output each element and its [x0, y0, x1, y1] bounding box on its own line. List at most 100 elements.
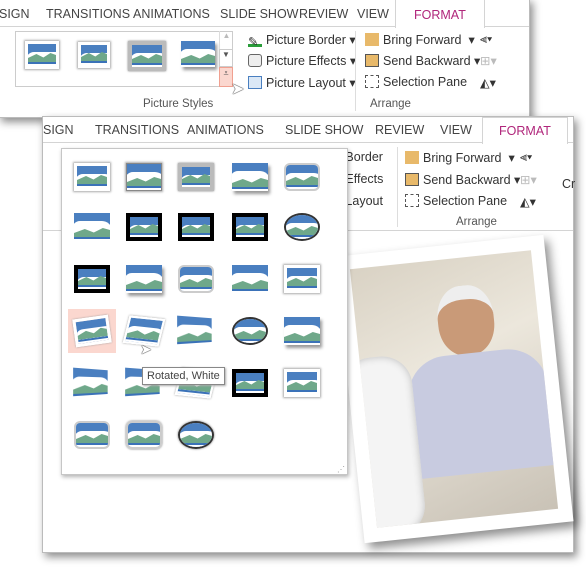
picture-layout-button[interactable]: Picture Layout ▾: [248, 75, 356, 90]
picture-style-option[interactable]: [120, 257, 168, 301]
picture-style-option[interactable]: [278, 155, 326, 199]
photo-image: [349, 250, 559, 528]
divider: [397, 147, 398, 227]
send-backward-button[interactable]: Send Backward ▾: [365, 53, 480, 68]
picture-style-option[interactable]: [68, 205, 116, 249]
picture-style-option[interactable]: [68, 413, 116, 457]
style-thumb-icon[interactable]: [78, 42, 110, 68]
bring-forward-icon: [365, 33, 379, 46]
tab-design[interactable]: SIGN: [43, 123, 74, 137]
tab-review[interactable]: REVIEW: [299, 7, 348, 21]
pencil-icon: ✎: [248, 34, 262, 49]
picture-style-thumb-icon: [232, 265, 268, 293]
picture-style-option[interactable]: [226, 257, 274, 301]
send-backward-button[interactable]: Send Backward ▾: [405, 172, 520, 187]
selection-pane-button[interactable]: Selection Pane: [365, 75, 467, 89]
tab-animations[interactable]: ANIMATIONS: [133, 7, 210, 21]
picture-style-thumb-icon: [232, 213, 268, 241]
picture-style-thumb-icon: [72, 314, 112, 348]
picture-style-option[interactable]: [172, 309, 220, 353]
picture-style-option[interactable]: [278, 309, 326, 353]
picture-style-option[interactable]: [226, 205, 274, 249]
mouse-cursor-icon: ➤: [140, 341, 152, 357]
picture-style-option[interactable]: [172, 155, 220, 199]
label: Send Backward: [423, 173, 511, 187]
mouse-cursor-icon: ➤: [231, 81, 245, 98]
picture-style-thumb-icon: [178, 421, 214, 449]
picture-style-thumb-icon: [73, 367, 108, 399]
align-icon[interactable]: ⫷▾: [480, 32, 492, 47]
tab-animations[interactable]: ANIMATIONS: [187, 123, 264, 137]
group-icon[interactable]: ⊞▾: [480, 53, 497, 68]
effects-icon: [248, 54, 262, 67]
group-icon[interactable]: ⊞▾: [520, 172, 537, 187]
tab-review[interactable]: REVIEW: [375, 123, 424, 137]
picture-style-thumb-icon: [74, 421, 110, 449]
tab-transitions[interactable]: TRANSITIONS: [95, 123, 179, 137]
resize-grip-icon[interactable]: ⋰: [337, 465, 345, 474]
rotate-icon[interactable]: ◭▾: [480, 75, 496, 90]
photo-shirt: [404, 345, 557, 480]
picture-style-thumb-icon: [126, 265, 162, 293]
picture-style-option[interactable]: [226, 361, 274, 405]
style-thumb-icon[interactable]: [25, 41, 59, 69]
label: Selection Pane: [423, 194, 508, 208]
picture-style-thumb-icon: [126, 163, 162, 191]
picture-style-option[interactable]: [226, 155, 274, 199]
tab-design[interactable]: SIGN: [0, 7, 30, 21]
label: Bring Forward: [423, 151, 502, 165]
picture-effects-button[interactable]: Picture Effects ▾: [248, 53, 356, 68]
picture-style-option[interactable]: [172, 413, 220, 457]
align-icon[interactable]: ⫷▾: [520, 150, 532, 165]
picture-style-option[interactable]: [278, 205, 326, 249]
style-thumb-icon[interactable]: [181, 41, 215, 67]
send-backward-icon: [365, 54, 379, 67]
picture-style-option[interactable]: [68, 361, 116, 405]
picture-border-button[interactable]: ✎ Picture Border ▾: [248, 32, 356, 49]
picture-style-thumb-icon: [126, 213, 162, 241]
tab-format[interactable]: FORMAT: [395, 0, 485, 28]
tab-transitions[interactable]: TRANSITIONS: [46, 7, 130, 21]
picture-styles-gallery-collapsed[interactable]: ▲ ▼ ⩡: [15, 31, 233, 87]
bring-forward-button[interactable]: Bring Forward ▾: [365, 32, 475, 47]
tab-view[interactable]: VIEW: [440, 123, 472, 137]
picture-style-option[interactable]: [68, 155, 116, 199]
ribbon-window-front: SIGN TRANSITIONS ANIMATIONS SLIDE SHOW R…: [42, 116, 575, 553]
picture-style-option[interactable]: [226, 309, 274, 353]
rotate-icon[interactable]: ◭▾: [520, 194, 536, 209]
selection-pane-button[interactable]: Selection Pane: [405, 194, 507, 208]
picture-style-option[interactable]: [278, 257, 326, 301]
picture-style-thumb-icon: [284, 265, 320, 293]
label: Picture Layout: [266, 76, 346, 90]
crop-button[interactable]: Cr: [562, 177, 575, 191]
label: Picture Border: [266, 33, 346, 47]
group-label-arrange: Arrange: [456, 216, 497, 228]
picture-style-thumb-icon: [177, 315, 212, 347]
style-thumb-icon[interactable]: [128, 41, 166, 71]
group-label-arrange: Arrange: [370, 98, 411, 110]
ribbon-window-back: SIGN TRANSITIONS ANIMATIONS SLIDE SHOW R…: [0, 0, 530, 118]
picture-style-thumb-icon: [126, 421, 162, 449]
picture-style-option[interactable]: [120, 155, 168, 199]
picture-style-option[interactable]: [120, 413, 168, 457]
picture-style-option[interactable]: [120, 205, 168, 249]
tooltip: Rotated, White: [142, 367, 225, 385]
picture-style-option[interactable]: [68, 257, 116, 301]
picture-style-thumb-icon: [232, 369, 268, 397]
picture-style-thumb-icon: [178, 213, 214, 241]
scroll-up-icon[interactable]: ▲: [219, 31, 233, 49]
picture-style-option[interactable]: [172, 257, 220, 301]
tab-slide-show[interactable]: SLIDE SHOW: [285, 123, 364, 137]
selection-pane-icon: [365, 75, 379, 88]
scroll-down-icon[interactable]: ▼: [219, 49, 233, 67]
slide-picture[interactable]: [334, 234, 574, 544]
picture-style-option[interactable]: [278, 361, 326, 405]
picture-style-option[interactable]: [68, 309, 116, 353]
tab-view[interactable]: VIEW: [357, 7, 389, 21]
picture-style-option[interactable]: [172, 205, 220, 249]
picture-style-thumb-icon: [284, 163, 320, 191]
tab-format[interactable]: FORMAT: [482, 117, 568, 144]
bring-forward-button[interactable]: Bring Forward ▾: [405, 150, 515, 165]
tab-slide-show[interactable]: SLIDE SHOW: [220, 7, 299, 21]
picture-style-thumb-icon: [284, 317, 320, 345]
